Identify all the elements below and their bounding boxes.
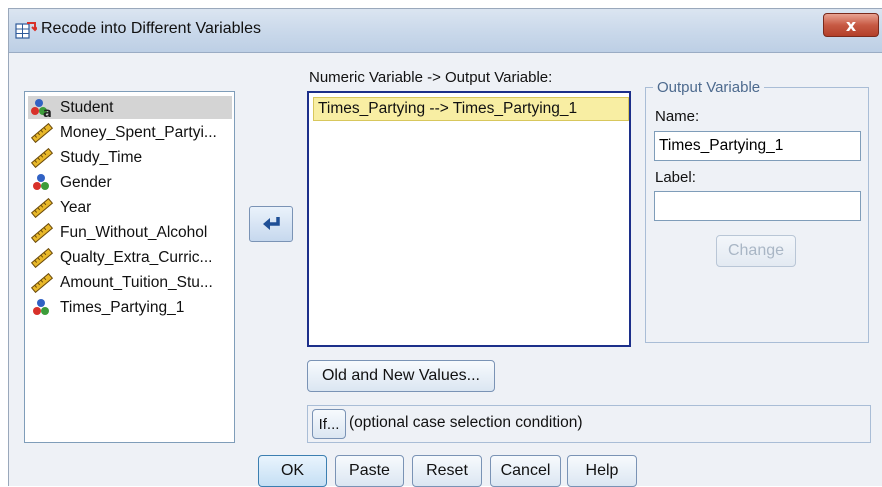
variable-item-gender[interactable]: Gender <box>28 171 232 194</box>
variable-item-student[interactable]: a Student <box>28 96 232 119</box>
change-button-label: Change <box>727 242 785 259</box>
variable-item-year[interactable]: Year <box>28 196 232 219</box>
close-button[interactable]: x <box>823 13 879 37</box>
scale-ruler-icon <box>30 272 54 293</box>
scale-ruler-icon <box>30 222 54 243</box>
scale-ruler-icon <box>30 122 54 143</box>
variable-item-fun-without-alcohol[interactable]: Fun_Without_Alcohol <box>28 221 232 244</box>
nominal-icon <box>33 298 49 315</box>
label-label: Label: <box>655 169 696 186</box>
variable-label: Study_Time <box>60 148 143 166</box>
output-name-field[interactable] <box>654 131 861 161</box>
old-new-values-button[interactable]: Old and New Values... <box>307 360 495 392</box>
variable-label: Times_Partying_1 <box>60 298 185 316</box>
if-button-label: If... <box>318 415 340 433</box>
arrow-back-icon <box>263 217 280 230</box>
numeric-output-caption: Numeric Variable -> Output Variable: <box>309 69 553 86</box>
svg-text:a: a <box>43 106 52 118</box>
recode-app-icon <box>15 22 37 39</box>
variable-item-study-time[interactable]: Study_Time <box>28 146 232 169</box>
paste-button[interactable]: Paste <box>335 455 404 487</box>
if-condition-caption: (optional case selection condition) <box>349 414 583 431</box>
old-new-values-label: Old and New Values... <box>321 367 480 384</box>
numeric-output-list[interactable]: Times_Partying --> Times_Partying_1 <box>307 91 631 347</box>
scale-ruler-icon <box>30 247 54 268</box>
name-label: Name: <box>655 108 700 125</box>
nominal-icon <box>33 173 49 190</box>
variable-label: Money_Spent_Partyi... <box>60 123 217 141</box>
output-label-field[interactable] <box>654 191 861 221</box>
reset-button-label: Reset <box>426 462 468 479</box>
paste-button-label: Paste <box>349 462 390 479</box>
recode-dialog: Recode into Different Variables x a Stud… <box>8 8 882 487</box>
variable-item-amount-tuition[interactable]: Amount_Tuition_Stu... <box>28 271 232 294</box>
scale-ruler-icon <box>30 147 54 168</box>
scale-ruler-icon <box>30 197 54 218</box>
window-title: Recode into Different Variables <box>41 20 261 37</box>
variable-label: Fun_Without_Alcohol <box>60 223 208 241</box>
title-bar[interactable]: Recode into Different Variables x <box>9 9 882 53</box>
cancel-button-label: Cancel <box>500 462 551 479</box>
nominal-string-icon: a <box>31 98 52 118</box>
variable-label: Gender <box>60 173 112 191</box>
variable-item-money-spent[interactable]: Money_Spent_Partyi... <box>28 121 232 144</box>
variable-label: Qualty_Extra_Curric... <box>60 248 213 266</box>
help-button[interactable]: Help <box>567 455 637 487</box>
variable-label: Year <box>60 198 92 216</box>
move-variable-button[interactable] <box>249 206 293 242</box>
variable-label: Amount_Tuition_Stu... <box>60 273 213 291</box>
output-variable-legend: Output Variable <box>653 79 765 96</box>
ok-button[interactable]: OK <box>258 455 327 487</box>
change-button[interactable]: Change <box>716 235 796 267</box>
cancel-button[interactable]: Cancel <box>490 455 561 487</box>
variable-label: Student <box>60 98 114 116</box>
numeric-output-item[interactable]: Times_Partying --> Times_Partying_1 <box>313 97 629 121</box>
variable-item-times-partying-1[interactable]: Times_Partying_1 <box>28 296 232 319</box>
reset-button[interactable]: Reset <box>412 455 482 487</box>
source-variable-list[interactable]: a Student Money_Spent_Partyi... Study_Ti… <box>24 91 235 443</box>
help-button-label: Help <box>585 462 619 479</box>
if-button[interactable]: If... <box>312 409 346 439</box>
variable-item-quality-extra-curric[interactable]: Qualty_Extra_Curric... <box>28 246 232 269</box>
close-icon: x <box>845 15 857 35</box>
ok-button-label: OK <box>280 462 305 479</box>
